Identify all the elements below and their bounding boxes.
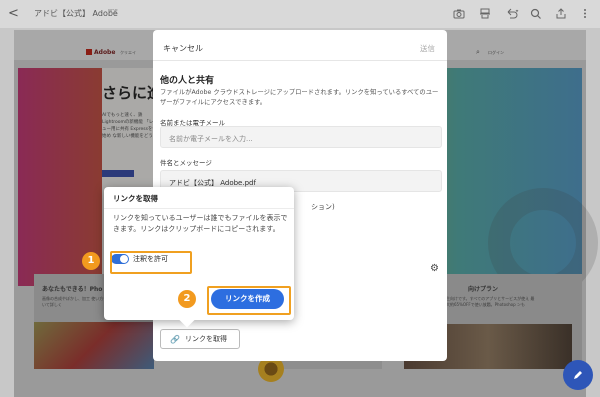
- page-nav-item: クリエイ: [120, 50, 136, 55]
- callout-highlight-toggle: [110, 251, 192, 274]
- recipient-input[interactable]: 名前か電子メールを入力...: [160, 126, 442, 148]
- card-title: 向けプラン: [468, 286, 499, 293]
- top-app-bar: < アドビ【公式】 Adobe PDF: [0, 0, 600, 28]
- scan-icon[interactable]: [479, 8, 491, 19]
- undo-icon[interactable]: [505, 8, 519, 19]
- popover-heading: リンクを取得: [113, 194, 158, 203]
- get-link-label: リンクを取得: [184, 335, 227, 343]
- subject-label: 件名とメッセージ: [160, 159, 212, 167]
- link-icon: 🔗: [170, 334, 180, 344]
- callout-badge-2: 2: [178, 290, 196, 308]
- hero-button: [102, 170, 134, 177]
- divider: [104, 208, 294, 209]
- share-icon[interactable]: [555, 8, 567, 19]
- back-chevron-icon[interactable]: <: [8, 6, 19, 21]
- gear-icon[interactable]: ⚙: [430, 263, 439, 274]
- file-type-badge: PDF: [108, 9, 118, 15]
- callout-highlight-create: [207, 286, 291, 315]
- share-description: ファイルがAdobe クラウドストレージにアップロードされます。リンクを知ってい…: [160, 89, 439, 106]
- callout-badge-1: 1: [82, 252, 100, 270]
- page-search-icon: ⌕: [476, 48, 480, 56]
- document-title: アドビ【公式】 Adobe: [34, 9, 118, 18]
- get-link-button[interactable]: 🔗 リンクを取得: [160, 329, 240, 349]
- edit-fab-button[interactable]: [563, 360, 593, 390]
- send-button[interactable]: 送信: [420, 43, 435, 54]
- page-login: ログイン: [488, 50, 504, 55]
- divider: [153, 60, 447, 61]
- more-icon[interactable]: [579, 8, 591, 19]
- page-logo: Adobe: [94, 49, 116, 56]
- popover-description: リンクを知っているユーザーは誰でもファイルを表示できます。リンクはクリップボード…: [113, 214, 288, 233]
- card-text: 生向けです。すべてのアプリとサービスが使え 最大約65%OFFで使い放題。Pho…: [446, 296, 535, 307]
- share-heading: 他の人と共有: [160, 76, 215, 86]
- message-field-text: ション): [311, 203, 335, 211]
- search-icon[interactable]: [530, 8, 542, 19]
- app-screen: < アドビ【公式】 Adobe PDF Adobe クリエイ ⌕ ログイン さら…: [0, 0, 600, 397]
- adobe-logo-icon: [86, 49, 92, 55]
- card-image: [34, 322, 154, 369]
- cancel-button[interactable]: キャンセル: [163, 43, 203, 54]
- card-title: あなたもできる！Pho: [42, 286, 103, 293]
- camera-icon[interactable]: [453, 8, 465, 19]
